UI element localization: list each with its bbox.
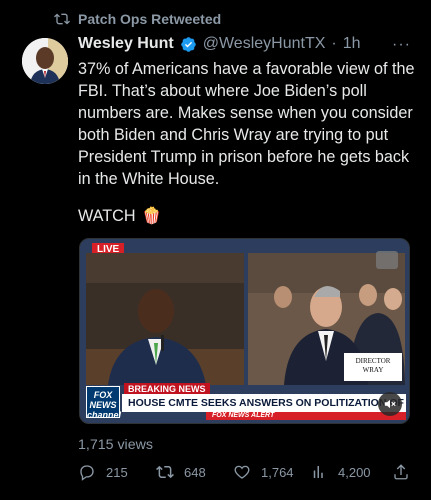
news-chyron: FOX NEWS channel BREAKING NEWS HOUSE CMT… [86,383,406,420]
caption-icon [376,251,398,269]
action-bar: 215 648 1,764 4,200 [78,463,413,483]
like-count: 1,764 [261,464,294,480]
like-button[interactable]: 1,764 [233,463,294,481]
reply-count: 215 [106,464,128,480]
watch-line: WATCH 🍿 [78,206,162,226]
director-nameplate: DIRECTOR WRAY [344,353,402,381]
speaker-muted-icon [384,399,396,409]
analytics-icon [313,466,323,478]
popcorn-emoji: 🍿 [141,207,162,225]
retweet-button[interactable]: 648 [156,463,206,481]
heart-icon [234,465,250,479]
retweet-label: Patch Ops Retweeted [78,11,222,27]
video-frame-right: DIRECTOR WRAY [248,253,405,385]
author-name[interactable]: Wesley Hunt [78,35,174,53]
tweet-text: 37% of Americans have a favorable view o… [78,60,415,188]
retweet-icon [54,13,70,25]
retweet-context[interactable]: Patch Ops Retweeted [54,11,221,27]
retweet-count: 648 [184,464,206,480]
tweet-header: Wesley Hunt @WesleyHuntTX · 1h [78,35,418,53]
mute-button[interactable] [378,392,402,416]
reply-icon [80,465,94,481]
fox-news-logo: FOX NEWS channel [86,386,121,420]
share-icon [394,464,408,480]
fox-news-alert-label: FOX NEWS ALERT [206,412,406,420]
verified-badge-icon [180,36,196,52]
author-handle[interactable]: @WesleyHuntTX [203,35,326,53]
retweet-icon [156,465,174,479]
share-button[interactable] [392,463,410,481]
reply-button[interactable]: 215 [78,463,128,481]
analytics-count: 4,200 [338,464,371,480]
avatar[interactable] [22,38,68,84]
timestamp[interactable]: 1h [343,35,361,53]
watch-label: WATCH [78,206,136,225]
more-options-button[interactable]: ··· [392,36,411,54]
video-player[interactable]: LIVE DIRECTOR WRAY FOX NEWS channel BREA… [79,238,410,424]
separator-dot: · [331,35,337,52]
chyron-headline: HOUSE CMTE SEEKS ANSWERS ON POLITIZATION… [122,394,406,412]
view-count: 1,715 views [78,437,153,453]
video-frame-left [86,253,244,385]
analytics-button[interactable]: 4,200 [310,463,371,481]
